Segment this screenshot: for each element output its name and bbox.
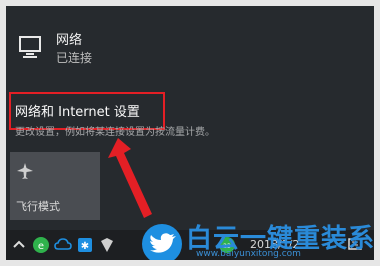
airplane-mode-tile[interactable]: 飞行模式 [10, 152, 100, 220]
shield-icon[interactable] [98, 236, 116, 254]
network-flyout: 网络 已连接 网络和 Internet 设置 更改设置，例如将某连接设置为按流量… [6, 6, 374, 260]
airplane-icon [17, 163, 33, 179]
svg-text:✱: ✱ [81, 241, 89, 252]
up-arrow-icon[interactable] [10, 236, 28, 254]
network-monitor-icon [19, 36, 41, 58]
svg-text:e: e [38, 241, 44, 252]
network-internet-settings-link[interactable]: 网络和 Internet 设置 [15, 101, 140, 120]
cloud-icon[interactable] [54, 236, 72, 254]
network-status: 已连接 [56, 51, 93, 65]
watermark-url: www.baiyunxitong.com [196, 249, 301, 259]
gear-app-icon[interactable]: ✱ [76, 236, 94, 254]
security-app-icon[interactable]: e [32, 236, 50, 254]
settings-description: 更改设置，例如将某连接设置为按流量计费。 [15, 127, 215, 138]
twitter-bird-logo [142, 224, 182, 260]
network-title: 网络 [56, 33, 83, 48]
airplane-mode-label: 飞行模式 [16, 200, 60, 213]
